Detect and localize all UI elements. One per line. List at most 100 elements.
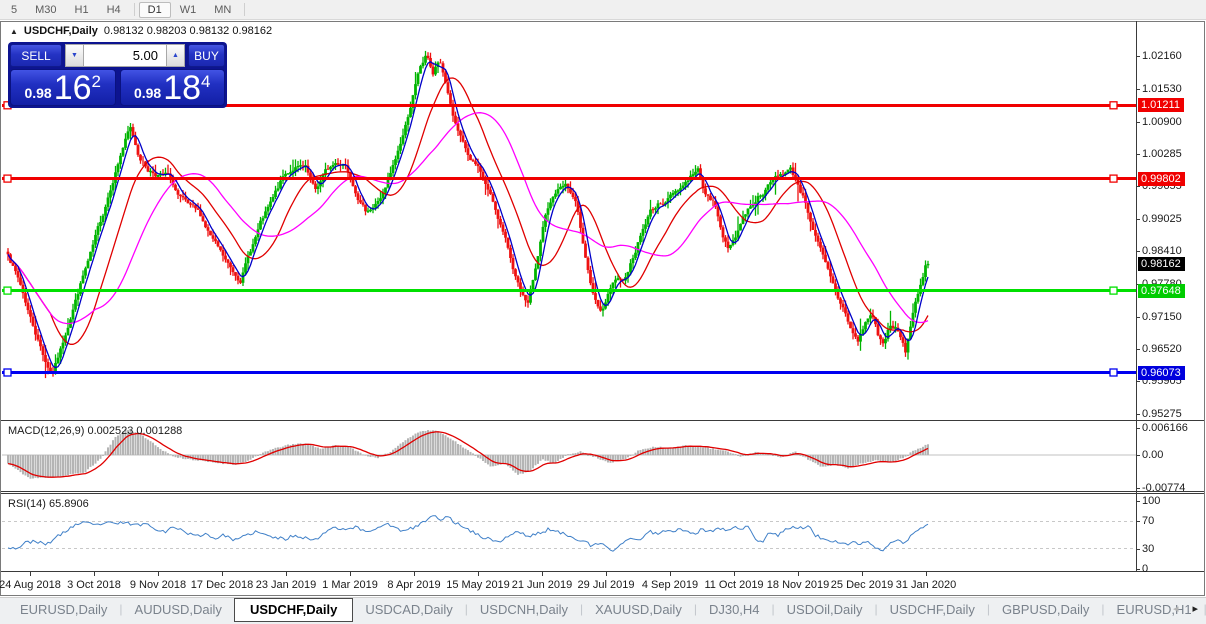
timeframe-H1[interactable]: H1 [66, 2, 98, 18]
macd-label: MACD(12,26,9) 0.002523 0.001288 [8, 425, 182, 437]
date-tick [734, 572, 735, 576]
rsi-label: RSI(14) 65.8906 [8, 498, 89, 510]
price-badge-1.01211: 1.01211 [1138, 98, 1184, 112]
price-tick-label: 0.96520 [1142, 343, 1182, 355]
ask-price-prefix: 0.98 [134, 85, 161, 101]
tab-scroll-left-icon[interactable]: ◂ [1173, 602, 1179, 615]
axis-tick [1136, 455, 1140, 456]
date-label: 24 Aug 2018 [0, 579, 61, 591]
axis-tick [1136, 317, 1140, 318]
macd-tick-label: 0.006166 [1142, 422, 1188, 434]
date-label: 31 Jan 2020 [896, 579, 957, 591]
rsi-tick-label: 70 [1142, 515, 1154, 527]
date-tick [606, 572, 607, 576]
axis-tick [1136, 154, 1140, 155]
date-label: 15 May 2019 [446, 579, 510, 591]
buy-price-button[interactable]: 0.98 18 4 [120, 69, 226, 106]
timeframe-H4[interactable]: H4 [98, 2, 130, 18]
sell-button[interactable]: SELL [10, 44, 62, 67]
volume-decrease-button[interactable]: ▼ [65, 44, 84, 67]
buy-button[interactable]: BUY [188, 44, 225, 67]
volume-input[interactable] [84, 44, 166, 67]
chart-tab-bar: EURUSD,Daily|AUDUSD,DailyUSDCHF,DailyUSD… [0, 597, 1206, 624]
timeframe-W1[interactable]: W1 [171, 2, 206, 18]
price-badge-0.98162: 0.98162 [1138, 257, 1185, 271]
bid-price-pips: 2 [92, 72, 101, 92]
timeframe-D1[interactable]: D1 [139, 2, 171, 18]
axis-tick [1136, 219, 1140, 220]
price-tick-label: 0.97150 [1142, 311, 1182, 323]
rsi-tick-label: 100 [1142, 495, 1160, 507]
sell-price-button[interactable]: 0.98 16 2 [10, 69, 116, 106]
date-label: 4 Sep 2019 [642, 579, 698, 591]
date-axis[interactable]: 24 Aug 2018 3 Oct 2018 9 Nov 2018 17 Dec 20… [0, 572, 1136, 595]
toolbar-separator [244, 3, 245, 16]
axis-tick [1136, 414, 1140, 415]
price-tick-label: 0.98410 [1142, 245, 1182, 257]
date-tick [670, 572, 671, 576]
chart-tab-audusd-daily[interactable]: AUDUSD,Daily [123, 598, 234, 620]
axis-tick [1136, 428, 1140, 429]
date-label: 9 Nov 2018 [130, 579, 186, 591]
chart-tab-xauusd-daily[interactable]: XAUUSD,Daily [583, 598, 694, 620]
date-label: 1 Mar 2019 [322, 579, 378, 591]
axis-tick [1136, 186, 1140, 187]
rsi-tick-label: 30 [1142, 543, 1154, 555]
axis-tick [1136, 488, 1140, 489]
tab-scroll-right-icon[interactable]: ▸ [1192, 602, 1198, 615]
ask-price-main: 18 [163, 71, 201, 105]
price-badge-0.99802: 0.99802 [1138, 172, 1185, 186]
pane-divider-macd-rsi[interactable] [1, 491, 1204, 492]
rsi-tick-label: 0 [1142, 563, 1148, 575]
rsi-value: 65.8906 [49, 498, 89, 510]
date-label: 17 Dec 2018 [191, 579, 253, 591]
axis-tick [1136, 56, 1140, 57]
chart-tab-usdoil-daily[interactable]: USDOil,Daily [775, 598, 875, 620]
date-tick [862, 572, 863, 576]
axis-tick [1136, 122, 1140, 123]
axis-tick [1136, 521, 1140, 522]
date-label: 3 Oct 2018 [67, 579, 121, 591]
price-tick-label: 1.02160 [1142, 50, 1182, 62]
date-tick [30, 572, 31, 576]
date-tick [158, 572, 159, 576]
axis-tick [1136, 569, 1140, 570]
macd-tick-label: 0.00 [1142, 449, 1163, 461]
chart-tab-usdcad-daily[interactable]: USDCAD,Daily [353, 598, 464, 620]
timeframe-5[interactable]: 5 [2, 2, 26, 18]
chart-tab-usdchf-daily[interactable]: USDCHF,Daily [234, 598, 353, 622]
chart-tab-eurusd-daily[interactable]: EURUSD,Daily [8, 598, 119, 620]
macd-values: 0.002523 0.001288 [87, 425, 182, 437]
date-label: 29 Jul 2019 [578, 579, 635, 591]
date-tick [94, 572, 95, 576]
chart-symbol: USDCHF,Daily [24, 25, 98, 37]
chart-tab-usdcnh-daily[interactable]: USDCNH,Daily [468, 598, 580, 620]
price-tick-label: 1.00900 [1142, 116, 1182, 128]
price-badge-0.96073: 0.96073 [1138, 366, 1185, 380]
collapse-chart-icon[interactable]: ▲ [10, 27, 18, 36]
axis-tick [1136, 251, 1140, 252]
date-label: 11 Oct 2019 [704, 579, 763, 591]
axis-tick [1136, 501, 1140, 502]
timeframe-MN[interactable]: MN [205, 2, 240, 18]
chart-tab-gbpusd-daily[interactable]: GBPUSD,Daily [990, 598, 1101, 620]
date-tick [926, 572, 927, 576]
axis-tick [1136, 549, 1140, 550]
rsi-indicator-canvas [2, 494, 1136, 571]
date-tick [414, 572, 415, 576]
price-tick-label: 0.99025 [1142, 213, 1182, 225]
chart-tab-dj30-h4[interactable]: DJ30,H4 [697, 598, 772, 620]
timeframe-M30[interactable]: M30 [26, 2, 65, 18]
date-tick [222, 572, 223, 576]
date-label: 25 Dec 2019 [831, 579, 893, 591]
date-label: 21 Jun 2019 [512, 579, 573, 591]
price-badge-0.97648: 0.97648 [1138, 284, 1185, 298]
chart-tab-usdchf-daily[interactable]: USDCHF,Daily [878, 598, 987, 620]
volume-increase-button[interactable]: ▲ [166, 44, 185, 67]
bid-price-prefix: 0.98 [24, 85, 51, 101]
macd-tick-label: -0.00774 [1142, 482, 1185, 494]
timeframe-toolbar: 5M30H1H4 D1W1MN [0, 0, 1206, 20]
chart-title: ▲ USDCHF,Daily 0.98132 0.98203 0.98132 0… [10, 25, 272, 37]
price-axis[interactable]: 1.021601.015301.009001.002850.996550.990… [1136, 21, 1206, 571]
axis-tick [1136, 89, 1140, 90]
